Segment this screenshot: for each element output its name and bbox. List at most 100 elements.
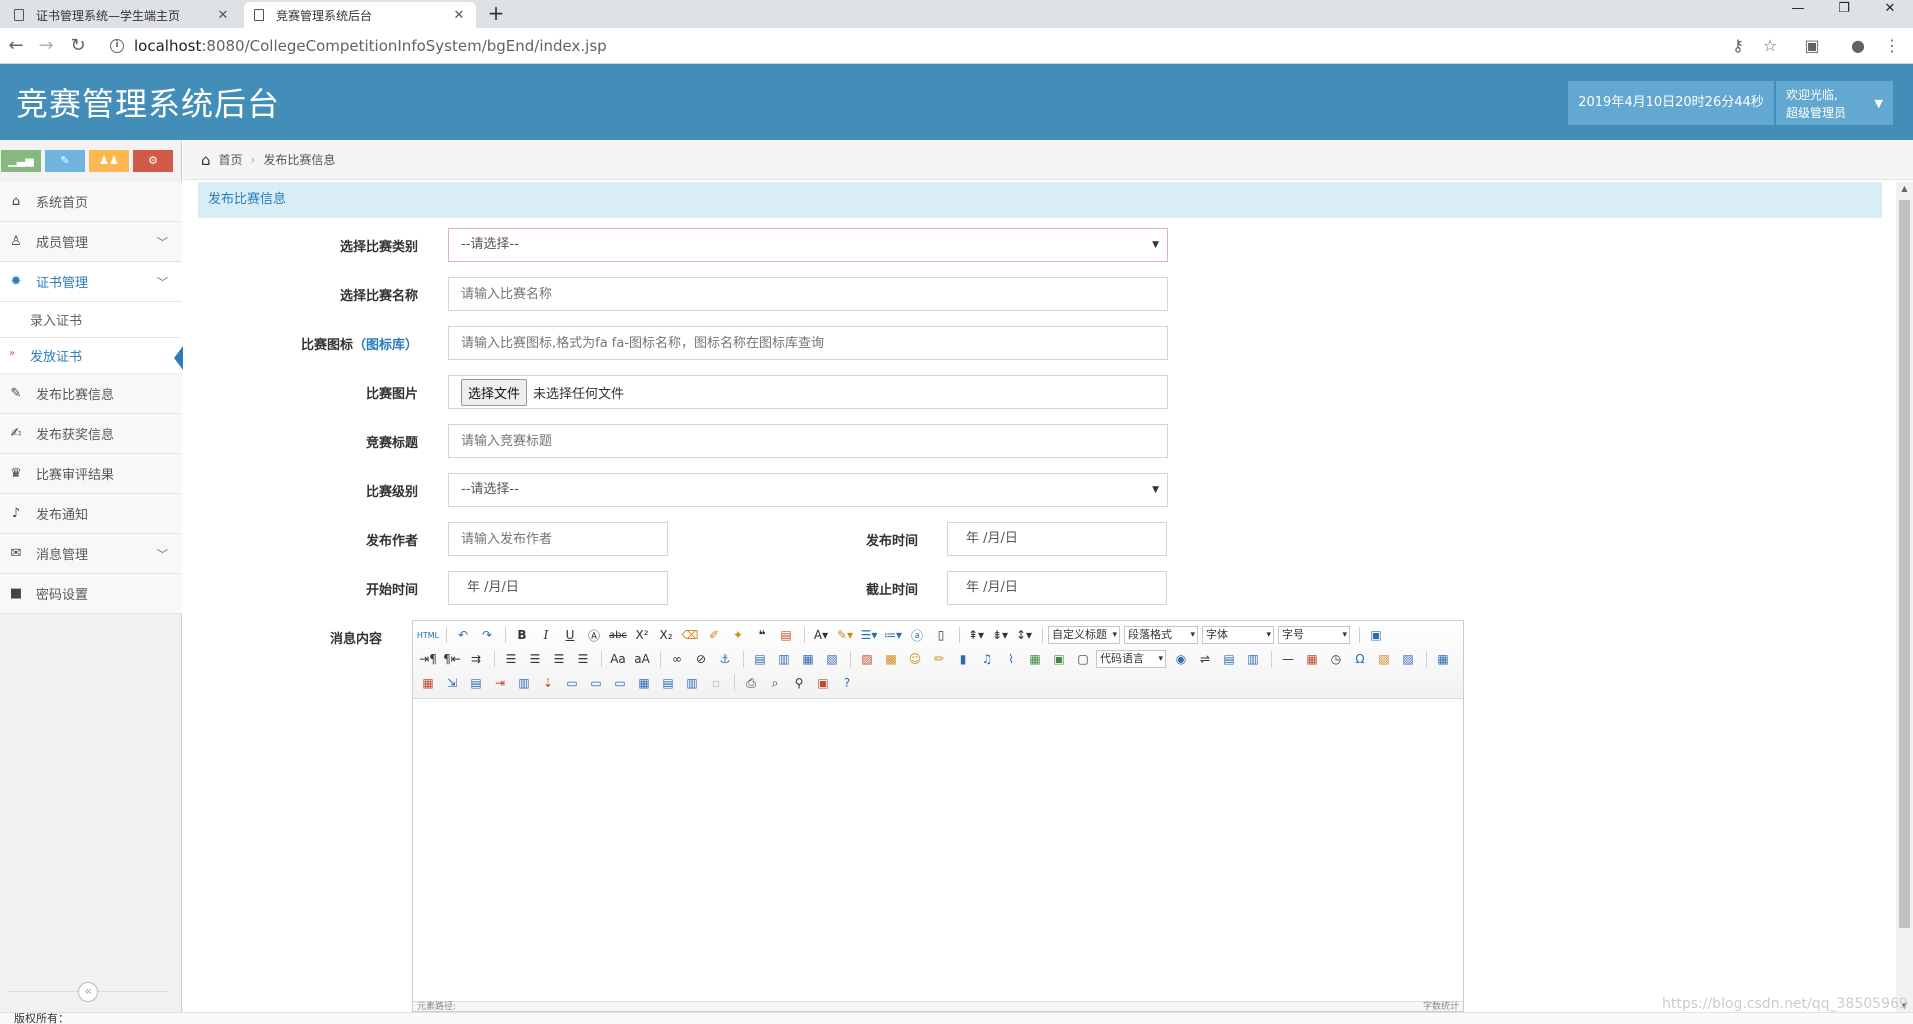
row-spacing-bottom-icon[interactable]: ⇟▾: [989, 625, 1011, 645]
auto-format-icon[interactable]: ✦: [727, 625, 749, 645]
format-brush-icon[interactable]: ✐: [703, 625, 725, 645]
align-left-icon[interactable]: ☰: [500, 649, 522, 669]
indent-icon[interactable]: ⇉: [465, 649, 487, 669]
paste-plain-icon[interactable]: ▤: [775, 625, 797, 645]
subscript-icon[interactable]: X₂: [655, 625, 677, 645]
minimize-button[interactable]: —: [1776, 0, 1820, 20]
horizontal-rule-icon[interactable]: —: [1277, 649, 1299, 669]
page-scrollbar[interactable]: ▲ ▼: [1896, 182, 1913, 1012]
music-icon[interactable]: ♫: [976, 649, 998, 669]
browser-tab-student-home[interactable]: 证书管理系统—学生端主页 ✕: [4, 2, 240, 28]
gmap-icon[interactable]: ▣: [1048, 649, 1070, 669]
attachment-icon[interactable]: ⌇: [1000, 649, 1022, 669]
scrawl-icon[interactable]: ✏: [928, 649, 950, 669]
simple-upload-icon[interactable]: ▨: [856, 649, 878, 669]
menu-dots-icon[interactable]: ⋮: [1882, 36, 1902, 56]
web-app-icon[interactable]: ◉: [1170, 649, 1192, 669]
sidebar-subitem-issue-certificate[interactable]: » 发放证书: [0, 338, 183, 374]
split-to-cells-icon[interactable]: ▦: [633, 673, 655, 693]
icon-library-link[interactable]: （图标库）: [353, 338, 418, 353]
paragraph-format-select[interactable]: 段落格式: [1124, 626, 1198, 644]
insert-image-icon[interactable]: ▩: [880, 649, 902, 669]
back-arrow-icon[interactable]: ←: [4, 34, 28, 58]
rtl-direction-icon[interactable]: ¶⇤: [441, 649, 463, 669]
insert-col-icon[interactable]: ▥: [513, 673, 535, 693]
italic-icon[interactable]: I: [535, 625, 557, 645]
drafts-icon[interactable]: ▣: [812, 673, 834, 693]
select-all-icon[interactable]: ⓐ: [906, 625, 928, 645]
site-info-icon[interactable]: i: [110, 39, 124, 53]
close-tab-icon[interactable]: ✕: [452, 8, 466, 23]
link-icon[interactable]: ∞: [666, 649, 688, 669]
superscript-icon[interactable]: X²: [631, 625, 653, 645]
page-break-icon[interactable]: ⇌: [1194, 649, 1216, 669]
align-right-icon[interactable]: ☰: [548, 649, 570, 669]
insert-row-icon[interactable]: ▤: [465, 673, 487, 693]
underline-icon[interactable]: U: [559, 625, 581, 645]
insert-table-icon[interactable]: ▦: [1432, 649, 1454, 669]
date-icon[interactable]: ▦: [1301, 649, 1323, 669]
align-center-icon[interactable]: ☰: [524, 649, 546, 669]
search-icon[interactable]: ⚲: [788, 673, 810, 693]
new-tab-button[interactable]: +: [484, 3, 508, 25]
emotion-icon[interactable]: ☺: [904, 649, 926, 669]
reload-icon[interactable]: ↻: [66, 34, 90, 58]
clear-doc-icon[interactable]: ▯: [930, 625, 952, 645]
browser-tab-admin[interactable]: 竞赛管理系统后台 ✕: [244, 2, 476, 28]
custom-title-select[interactable]: 自定义标题: [1048, 626, 1120, 644]
competition-icon-input[interactable]: [448, 326, 1168, 360]
undo-icon[interactable]: ↶: [452, 625, 474, 645]
image-none-icon[interactable]: ▤: [749, 649, 771, 669]
publish-time-input[interactable]: 年 /月/日: [947, 522, 1167, 556]
extension-icon[interactable]: ▣: [1802, 36, 1822, 56]
align-justify-icon[interactable]: ☰: [572, 649, 594, 669]
start-time-input[interactable]: 年 /月/日: [448, 571, 668, 605]
image-right-icon[interactable]: ▦: [797, 649, 819, 669]
redo-icon[interactable]: ↷: [476, 625, 498, 645]
insert-video-icon[interactable]: ▮: [952, 649, 974, 669]
fullscreen-icon[interactable]: ▣: [1365, 625, 1387, 645]
unordered-list-icon[interactable]: ≔▾: [882, 625, 904, 645]
bold-icon[interactable]: B: [511, 625, 533, 645]
level-select[interactable]: --请选择-- ▼: [448, 473, 1168, 507]
sidebar-item-messages[interactable]: ✉ 消息管理 ﹀: [0, 534, 182, 574]
row-spacing-top-icon[interactable]: ⇞▾: [965, 625, 987, 645]
image-left-icon[interactable]: ▥: [773, 649, 795, 669]
font-color-icon[interactable]: A▾: [810, 625, 832, 645]
background-color-icon[interactable]: ✎▾: [834, 625, 856, 645]
merge-cells-icon[interactable]: ▭: [561, 673, 583, 693]
anchor-icon[interactable]: ⚓: [714, 649, 736, 669]
insert-frame-icon[interactable]: ▢: [1072, 649, 1094, 669]
time-icon[interactable]: ◷: [1325, 649, 1347, 669]
blockquote-icon[interactable]: ❝: [751, 625, 773, 645]
split-to-cols-icon[interactable]: ▥: [681, 673, 703, 693]
split-to-rows-icon[interactable]: ▤: [657, 673, 679, 693]
merge-right-icon[interactable]: ▭: [585, 673, 607, 693]
sidebar-item-publish-competition[interactable]: ✎ 发布比赛信息: [0, 374, 182, 414]
map-icon[interactable]: ▦: [1024, 649, 1046, 669]
breadcrumb-home-link[interactable]: 首页: [219, 151, 243, 168]
line-height-icon[interactable]: ↕▾: [1013, 625, 1035, 645]
pencil-shortcut-icon[interactable]: ✎: [45, 150, 85, 172]
ordered-list-icon[interactable]: ☰▾: [858, 625, 880, 645]
star-icon[interactable]: ☆: [1760, 36, 1780, 56]
close-tab-icon[interactable]: ✕: [216, 8, 230, 23]
sidebar-item-password[interactable]: ■ 密码设置: [0, 574, 182, 614]
user-menu[interactable]: 欢迎光临, 超级管理员 ▼: [1776, 81, 1893, 125]
code-language-select[interactable]: 代码语言: [1096, 650, 1166, 668]
print-icon[interactable]: ⎙: [740, 673, 762, 693]
font-family-select[interactable]: 字体: [1202, 626, 1274, 644]
cogs-shortcut-icon[interactable]: ⚙: [133, 150, 173, 172]
url-field[interactable]: i localhost:8080/CollegeCompetitionInfoS…: [104, 32, 1784, 60]
special-chars-icon[interactable]: Ω: [1349, 649, 1371, 669]
preview-icon[interactable]: ⌕: [764, 673, 786, 693]
merge-down-icon[interactable]: ▭: [609, 673, 631, 693]
sidebar-item-review-results[interactable]: ♛ 比赛审评结果: [0, 454, 182, 494]
font-border-icon[interactable]: Ⓐ: [583, 625, 605, 645]
author-input[interactable]: [448, 522, 668, 556]
background-icon[interactable]: ▥: [1242, 649, 1264, 669]
window-close-button[interactable]: ✕: [1868, 0, 1912, 20]
scroll-up-icon[interactable]: ▲: [1896, 184, 1913, 193]
signal-chart-icon[interactable]: ▁▃▅: [1, 150, 41, 172]
to-uppercase-icon[interactable]: Aa: [607, 649, 629, 669]
